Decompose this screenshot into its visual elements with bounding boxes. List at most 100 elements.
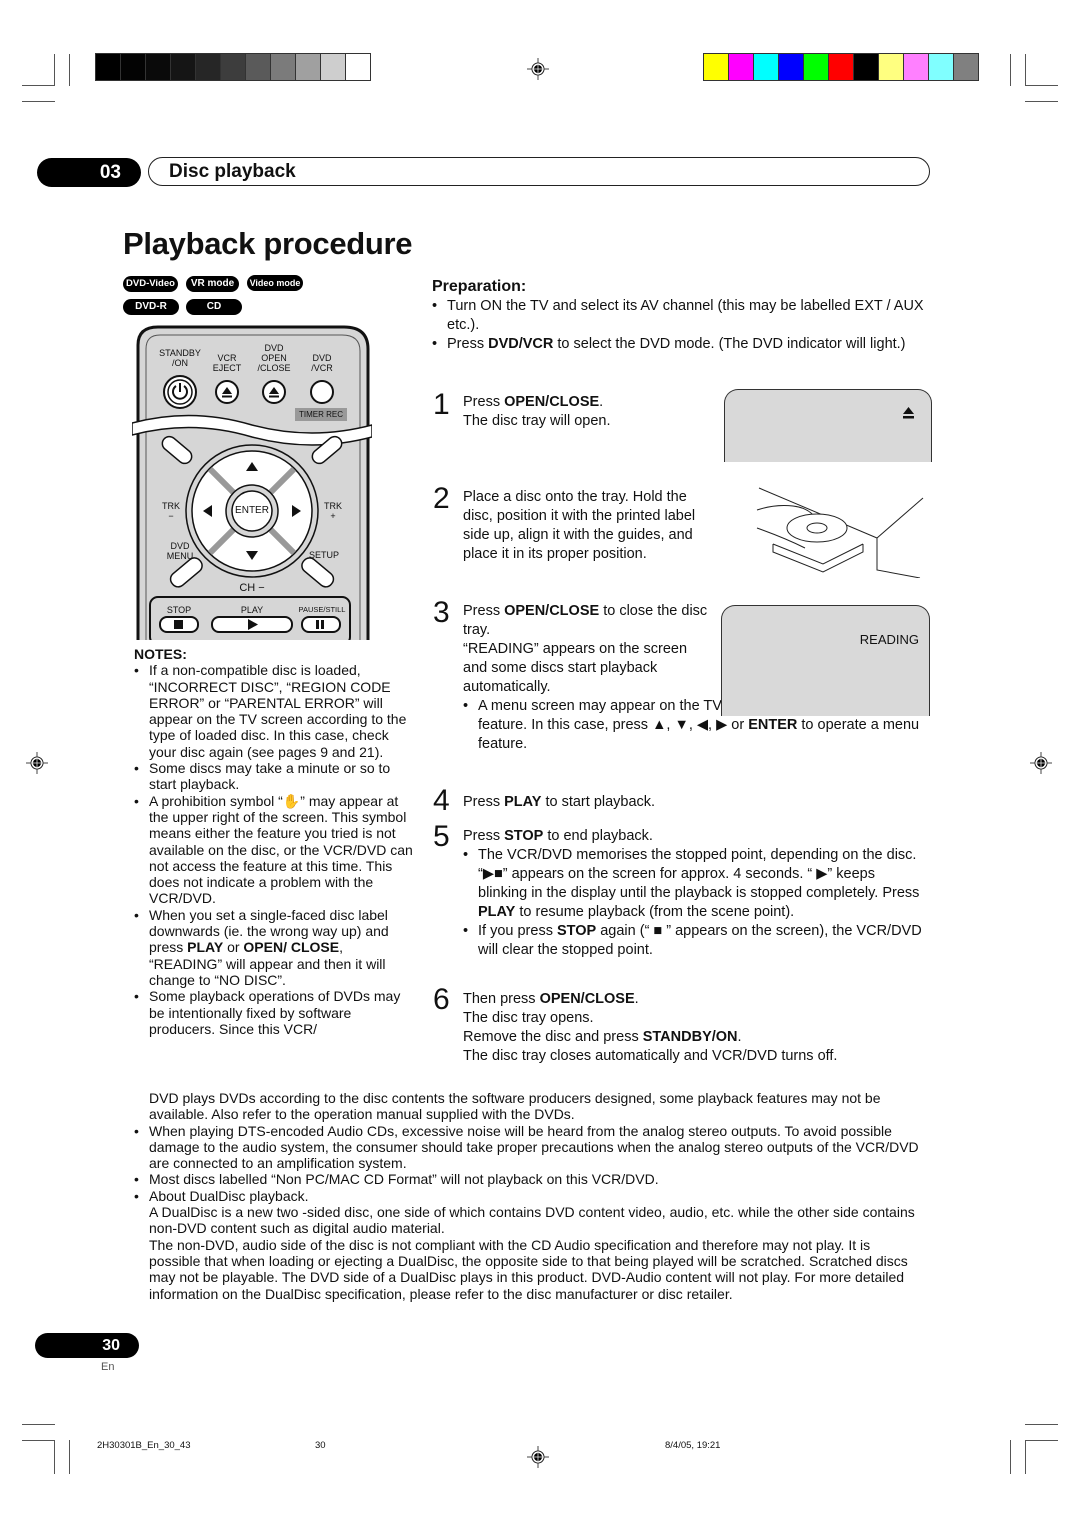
step-bold: OPEN/CLOSE — [504, 603, 600, 619]
vcr-eject-button[interactable] — [216, 381, 238, 403]
page-title: Playback procedure — [123, 226, 413, 261]
color-swatch — [754, 54, 778, 80]
gray-swatch — [296, 54, 320, 80]
registration-mark-icon — [527, 1446, 549, 1468]
badge-vr-mode: VR mode — [186, 276, 239, 292]
preparation-heading: Preparation: — [432, 278, 527, 295]
right-arrow-button[interactable] — [286, 497, 308, 525]
stop-button[interactable] — [160, 617, 198, 632]
step-text: Remove the disc and press — [463, 1029, 643, 1045]
color-swatch — [929, 54, 953, 80]
step-number: 1 — [433, 388, 450, 421]
step-bold: PLAY — [478, 904, 516, 920]
crop-mark — [1025, 1440, 1026, 1474]
crop-mark — [22, 1424, 55, 1425]
play-button[interactable] — [212, 617, 292, 632]
crop-mark — [1025, 85, 1058, 86]
tv-screen-reading: READING — [721, 605, 930, 716]
step-text: Press — [463, 794, 505, 810]
step-bold: OPEN/CLOSE — [504, 394, 600, 410]
crop-mark — [22, 1440, 55, 1441]
gray-swatch — [196, 54, 220, 80]
tv-screen-eject — [724, 389, 932, 462]
color-swatch — [854, 54, 878, 80]
color-calibration-bar — [703, 53, 979, 81]
preparation-text: Turn ON the TV and select its AV channel… — [447, 298, 924, 333]
step-2-text: Place a disc onto the tray. Hold the dis… — [463, 489, 696, 562]
note-item: Most discs labelled “Non PC/MAC CD Forma… — [134, 1171, 924, 1188]
note-text: or — [223, 939, 244, 956]
pause-still-button[interactable] — [302, 617, 340, 632]
color-swatch — [829, 54, 853, 80]
step-text: Press — [463, 394, 505, 410]
badge-cd: CD — [186, 299, 242, 315]
note-item: About DualDisc playback. — [134, 1188, 924, 1205]
step-6-text: Then press OPEN/CLOSE. The disc tray ope… — [463, 990, 928, 1066]
up-arrow-button[interactable] — [237, 455, 267, 477]
crop-mark — [69, 54, 70, 86]
note-text: A prohibition symbol “✋” may appear at t… — [149, 792, 413, 907]
print-page-number: 30 — [315, 1440, 326, 1451]
file-id: 2H30301B_En_30_43 — [97, 1440, 191, 1451]
color-swatch — [879, 54, 903, 80]
step-text: The disc tray closes automatically and V… — [463, 1048, 838, 1064]
note-item: Some discs may take a minute or so to st… — [134, 760, 414, 793]
preparation-item: Turn ON the TV and select its AV channel… — [432, 297, 932, 335]
dvd-open-close-button[interactable] — [263, 381, 285, 403]
crop-mark — [1025, 54, 1026, 86]
step-text: . — [737, 1029, 742, 1045]
preparation-bold: DVD/VCR — [488, 336, 554, 352]
play-label: PLAY — [240, 605, 264, 615]
step-text: to resume playback (from the scene point… — [515, 904, 795, 920]
notes-heading: NOTES: — [134, 646, 187, 662]
gray-swatch — [221, 54, 245, 80]
step-3-text: Press OPEN/CLOSE to close the disc tray.… — [463, 602, 713, 697]
note-text: Most discs labelled “Non PC/MAC CD Forma… — [149, 1171, 659, 1188]
step-number: 4 — [433, 784, 450, 817]
note-item: When playing DTS-encoded Audio CDs, exce… — [134, 1123, 924, 1172]
chapter-title: Disc playback — [148, 157, 930, 186]
dvd-open-close-label: DVD OPEN /CLOSE — [257, 343, 291, 373]
step-bold: OPEN/CLOSE — [539, 991, 635, 1007]
note-text: If a non-compatible disc is loaded, “INC… — [149, 662, 407, 760]
gray-swatch — [271, 54, 295, 80]
step-text: Press — [463, 828, 505, 844]
crop-mark — [54, 1440, 55, 1474]
step-text: “READING” appears on the screen and some… — [463, 641, 688, 695]
standby-on-button[interactable] — [164, 376, 196, 408]
step-4-text: Press PLAY to start playback. — [463, 793, 923, 812]
crop-mark — [22, 101, 55, 102]
grayscale-calibration-bar — [95, 53, 371, 81]
trk-minus-label: TRK − — [162, 501, 180, 521]
color-swatch — [704, 54, 728, 80]
color-swatch — [804, 54, 828, 80]
preparation-item: Press DVD/VCR to select the DVD mode. (T… — [432, 335, 932, 354]
crop-mark — [54, 54, 55, 86]
language-label: En — [101, 1361, 115, 1373]
timer-rec-label: TIMER REC — [299, 410, 343, 419]
eject-icon — [903, 407, 914, 419]
step-number: 3 — [433, 596, 450, 629]
registration-mark-icon — [26, 752, 48, 774]
step-text: to end playback. — [543, 828, 653, 844]
pause-still-label: PAUSE/STILL — [298, 605, 346, 614]
step-5-text: Press STOP to end playback. The VCR/DVD … — [463, 827, 928, 960]
disc-tray-illustration — [756, 487, 924, 578]
note-text: Some playback operations of DVDs may be … — [149, 988, 401, 1037]
step-number: 6 — [433, 983, 450, 1016]
stop-label: STOP — [166, 605, 192, 615]
down-arrow-button[interactable] — [237, 545, 267, 567]
print-date: 8/4/05, 19:21 — [665, 1440, 721, 1451]
step-bold: STANDBY/ON — [642, 1029, 738, 1045]
notes-continued: DVD plays DVDs according to the disc con… — [134, 1090, 924, 1302]
ch-minus-label: CH − — [239, 582, 265, 594]
left-arrow-button[interactable] — [196, 497, 218, 525]
crop-mark — [1025, 101, 1058, 102]
step-bold: ENTER — [748, 717, 798, 733]
notes-section: NOTES: If a non-compatible disc is loade… — [134, 646, 414, 1037]
dualdisc-paragraph: The non-DVD, audio side of the disc is n… — [149, 1236, 908, 1302]
note-item: When you set a single-faced disc label d… — [134, 907, 414, 988]
step-text: Then press — [463, 991, 540, 1007]
step-bold: PLAY — [504, 794, 542, 810]
dvd-vcr-button[interactable] — [311, 381, 333, 403]
